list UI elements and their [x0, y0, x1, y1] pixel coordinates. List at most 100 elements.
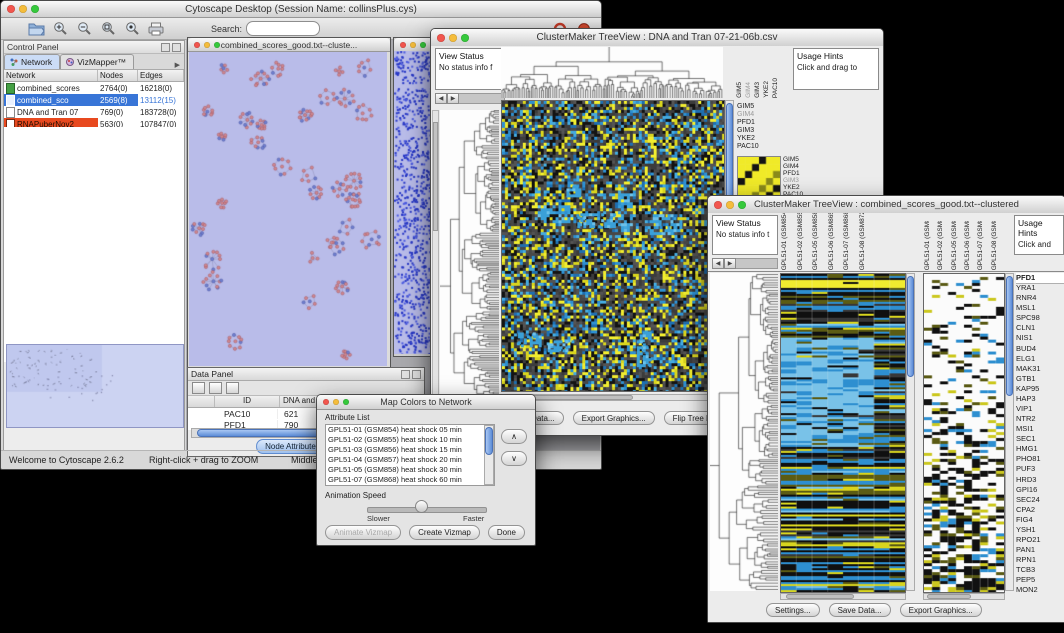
tv2-titlebar[interactable]: ClusterMaker TreeView : combined_scores_…: [708, 196, 1064, 214]
tab-overflow-arrow[interactable]: ▶: [171, 61, 184, 69]
close-panel-icon[interactable]: [172, 43, 181, 52]
gene-label[interactable]: TCB3: [1016, 565, 1064, 575]
expression-heatmap-left[interactable]: [780, 273, 906, 593]
gene-label[interactable]: MSL1: [1016, 303, 1064, 313]
array-column-label[interactable]: GPL51-01 (GSM854: [923, 221, 936, 270]
zoom-selected-icon[interactable]: [123, 21, 141, 37]
scrollbar-thumb[interactable]: [485, 427, 493, 455]
expression-heatmap-right[interactable]: [923, 273, 1005, 593]
column-gene-label[interactable]: GIM5: [735, 82, 744, 98]
column-gene-label[interactable]: YKE2: [762, 81, 771, 98]
close-icon[interactable]: [323, 399, 329, 405]
gene-label[interactable]: RPO21: [1016, 535, 1064, 545]
scrollbar-track[interactable]: [736, 258, 778, 269]
move-down-button[interactable]: ∨: [501, 451, 527, 466]
minimize-icon[interactable]: [410, 42, 416, 48]
gene-label[interactable]: HRD3: [1016, 475, 1064, 485]
array-column-label[interactable]: GPL51-05 (GSM858: [811, 213, 827, 270]
matrix-gene-label[interactable]: YKE2: [783, 184, 823, 191]
column-gene-label[interactable]: GIM3: [753, 82, 762, 98]
row-gene-label[interactable]: YKE2: [737, 135, 783, 143]
close-icon[interactable]: [437, 34, 445, 42]
gene-label[interactable]: MAK31: [1016, 364, 1064, 374]
scrollbar-thumb[interactable]: [786, 594, 854, 599]
attribute-list-item[interactable]: GPL51-02 (GSM855) heat shock 10 min: [326, 435, 494, 445]
array-column-label[interactable]: GPL51-07 (GSM868: [842, 213, 858, 270]
attribute-list-item[interactable]: GPL51-05 (GSM858) heat shock 30 min: [326, 465, 494, 475]
zoom-window-icon[interactable]: [738, 201, 746, 209]
row-dendrogram[interactable]: [710, 273, 778, 591]
birdseye-view[interactable]: [6, 344, 184, 428]
gene-label[interactable]: CLN1: [1016, 323, 1064, 333]
matrix-gene-label[interactable]: GIM3: [783, 177, 823, 184]
tv1-titlebar[interactable]: ClusterMaker TreeView : DNA and Tran 07-…: [431, 29, 883, 47]
printer-icon[interactable]: [147, 21, 165, 37]
close-icon[interactable]: [714, 201, 722, 209]
gene-label[interactable]: PHO81: [1016, 454, 1064, 464]
network-table-row[interactable]: combined_sco 2569(8) 13112(15): [4, 94, 184, 106]
zoom-window-icon[interactable]: [461, 34, 469, 42]
attribute-function-icon[interactable]: [226, 382, 239, 394]
zoom-fit-icon[interactable]: [99, 21, 117, 37]
zoom-window-icon[interactable]: [31, 5, 39, 13]
treeview-button[interactable]: Export Graphics...: [573, 411, 655, 425]
scrollbar-track[interactable]: [459, 93, 505, 104]
scroll-left-icon[interactable]: ◀: [435, 93, 447, 104]
heatmap-left-vscrollbar[interactable]: [906, 273, 915, 591]
scrollbar-thumb[interactable]: [927, 594, 971, 599]
array-column-label[interactable]: GPL51-07 (GSM868: [976, 221, 989, 270]
zoom-out-icon[interactable]: [75, 21, 93, 37]
left-vscrollbar[interactable]: [432, 110, 439, 398]
row-gene-label[interactable]: GIM5: [737, 103, 783, 111]
tab-vizmapper[interactable]: VizMapper™: [60, 54, 134, 69]
open-folder-icon[interactable]: [27, 21, 45, 37]
array-column-label[interactable]: GPL51-08 (GSM872: [990, 221, 1003, 270]
create-attribute-icon[interactable]: [209, 382, 222, 394]
minimize-icon[interactable]: [19, 5, 27, 13]
matrix-gene-label[interactable]: PFD1: [783, 170, 823, 177]
scrollbar-thumb[interactable]: [1006, 276, 1013, 396]
minimize-icon[interactable]: [726, 201, 734, 209]
gene-label[interactable]: GTB1: [1016, 374, 1064, 384]
row-gene-label[interactable]: PAC10: [737, 143, 783, 151]
gene-label[interactable]: NIS1: [1016, 333, 1064, 343]
attribute-list-item[interactable]: GPL51-01 (GSM854) heat shock 05 min: [326, 425, 494, 435]
array-column-label[interactable]: GPL51-06 (GSM865: [963, 221, 976, 270]
gene-label[interactable]: GPI16: [1016, 485, 1064, 495]
gene-label[interactable]: CPA2: [1016, 505, 1064, 515]
zoom-window-icon[interactable]: [343, 399, 349, 405]
attribute-list[interactable]: GPL51-01 (GSM854) heat shock 05 minGPL51…: [325, 424, 495, 486]
zoom-in-icon[interactable]: [51, 21, 69, 37]
dialog-button[interactable]: Create Vizmap: [409, 525, 480, 540]
search-input[interactable]: [246, 21, 320, 36]
network-table-row[interactable]: DNA and Tran 07 769(0) 183728(0): [4, 106, 184, 118]
gene-label[interactable]: HAP3: [1016, 394, 1064, 404]
main-titlebar[interactable]: Cytoscape Desktop (Session Name: collins…: [1, 1, 601, 18]
attribute-list-item[interactable]: GPL51-04 (GSM857) heat shock 20 min: [326, 455, 494, 465]
gene-label[interactable]: YRA1: [1016, 283, 1064, 293]
dendro-zoom-scrollbar[interactable]: ◀ ▶: [435, 93, 505, 104]
row-gene-label[interactable]: GIM3: [737, 127, 783, 135]
treeview-button[interactable]: Export Graphics...: [900, 603, 982, 617]
close-icon[interactable]: [400, 42, 406, 48]
column-gene-label[interactable]: GIM4: [744, 82, 753, 98]
gene-label[interactable]: ELG1: [1016, 354, 1064, 364]
column-dendrogram[interactable]: [501, 47, 723, 98]
close-panel-icon[interactable]: [412, 370, 421, 379]
col-edges[interactable]: Edges: [138, 70, 184, 81]
close-icon[interactable]: [194, 42, 200, 48]
gene-label[interactable]: BUD4: [1016, 344, 1064, 354]
select-attributes-icon[interactable]: [192, 382, 205, 394]
treeview-button[interactable]: Save Data...: [829, 603, 891, 617]
gene-label[interactable]: PUF3: [1016, 464, 1064, 474]
scroll-right-icon[interactable]: ▶: [447, 93, 459, 104]
gene-label[interactable]: HMG1: [1016, 444, 1064, 454]
expression-heatmap[interactable]: [501, 100, 725, 392]
gene-label[interactable]: SEC1: [1016, 434, 1064, 444]
col-id[interactable]: ID: [215, 396, 280, 407]
close-icon[interactable]: [7, 5, 15, 13]
gene-label[interactable]: PFD1: [1016, 273, 1064, 283]
scroll-right-icon[interactable]: ▶: [724, 258, 736, 269]
attribute-list-item[interactable]: GPL51-03 (GSM856) heat shock 15 min: [326, 445, 494, 455]
heatmap-right-vscrollbar[interactable]: [1005, 273, 1014, 591]
